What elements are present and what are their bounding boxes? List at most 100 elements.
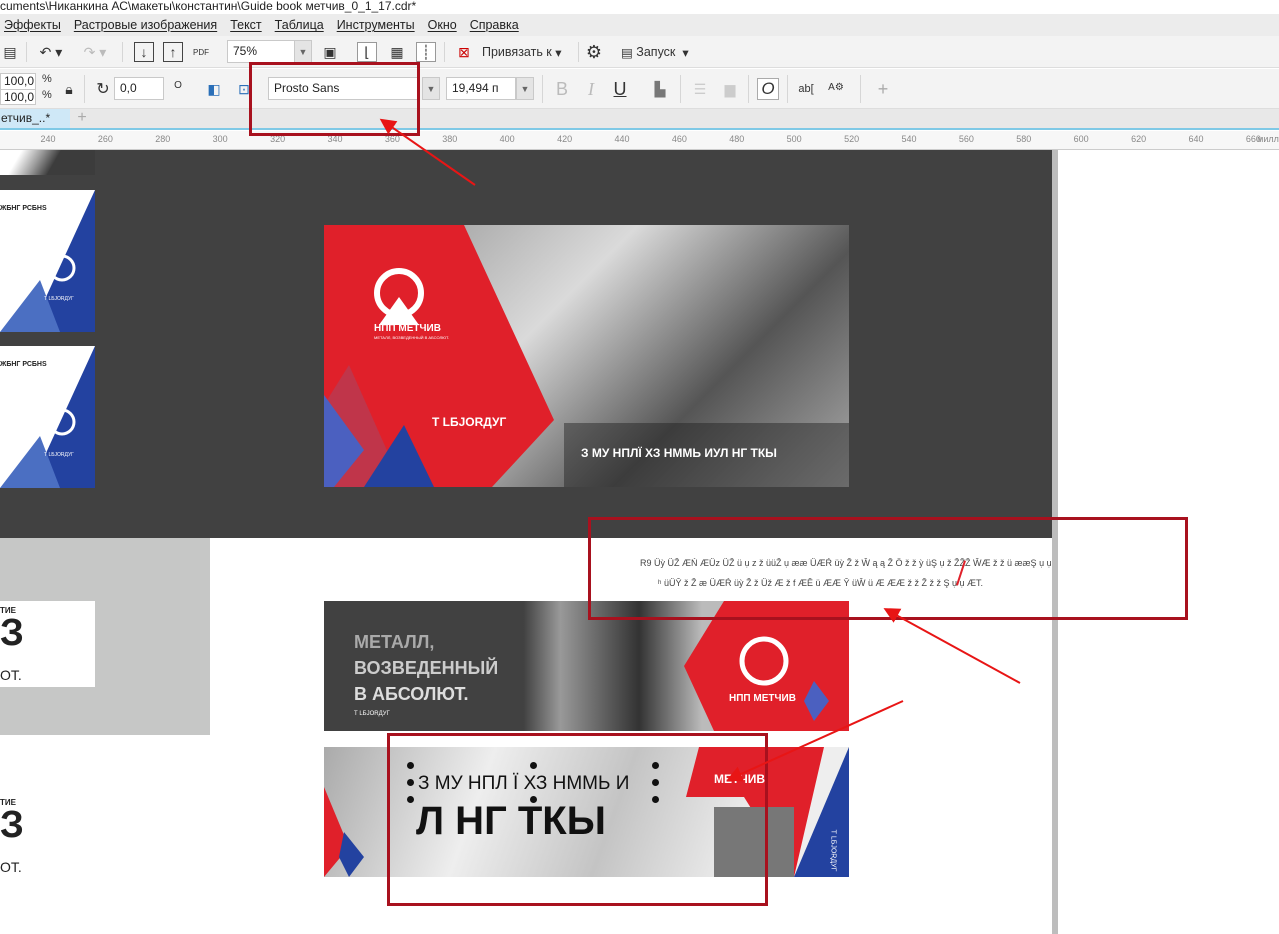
annotation-box-garbled [588,517,1188,620]
thumbnail-footer: Т LБЈОRДУГ [44,296,74,302]
rotation-input[interactable]: 0,0 [114,77,164,100]
separator [578,42,579,62]
menu-tools[interactable]: Инструменты [333,18,424,32]
launch-dropdown[interactable]: ▤ Запуск ▾ [621,42,711,62]
font-size-input[interactable]: 19,494 п [446,77,516,100]
bold-button[interactable]: B [553,79,571,99]
ruler-tick-label: 280 [155,134,171,144]
options-gear-icon[interactable]: ⚙ [584,42,604,62]
paste-icon[interactable]: ▤ [0,42,20,62]
menu-table[interactable]: Таблица [271,18,333,32]
percent-label: % [42,73,52,85]
zoom-dropdown-icon[interactable]: ▼ [294,40,312,63]
ruler-tick-label: 500 [786,134,802,144]
font-size-dropdown-icon[interactable]: ▼ [516,77,534,100]
side-card-1: ТИЕ З ОТ. [0,601,95,687]
standard-toolbar: ▤ ↶ ▾ ↷ ▾ ↓ ↑ PDF 75% ▼ ▣ ⌊ ▦ ┊ ⊠ Привяз… [0,36,1279,68]
separator [787,75,788,103]
side-card-2: ТИЕ З ОТ. [0,793,95,879]
full-screen-icon[interactable]: ▣ [320,42,340,62]
side-card-big: З [0,804,24,846]
property-bar: 100,0 100,0 % % 🔒︎ ↻ 0,0 O ◧ ⊡ Prosto Sa… [0,69,1279,109]
bullet-list-icon[interactable]: ☰ [690,79,710,99]
separator [84,75,85,103]
rotation-icon: ↻ [96,81,110,98]
edit-text-label: ab [798,83,811,95]
menu-text[interactable]: Текст [226,18,270,32]
side-card-big: З [0,612,24,654]
banner-main-caption: З МУ НПЛЇ ХЗ НММЬ ИУЛ НГ ТКЫ [581,446,777,460]
export-icon[interactable]: ↑ [163,42,183,62]
separator [748,75,749,103]
drop-cap-icon[interactable]: ▆ [720,79,740,99]
ruler-tick-label: 480 [729,134,745,144]
ruler-unit-label: милл [1257,134,1279,144]
ruler-tick-label: 640 [1188,134,1204,144]
tab-document[interactable]: етчив_..* [0,109,70,128]
mirror-icon[interactable]: ◧ [204,79,224,99]
ruler-tick-label: 240 [40,134,56,144]
import-icon[interactable]: ↓ [134,42,154,62]
snap-off-icon[interactable]: ⊠ [454,42,474,62]
undo-icon[interactable]: ↶ ▾ [34,42,68,62]
annotation-box-font [249,62,420,136]
horizontal-ruler[interactable]: 240 260 280 300 320 340 360 380 400 420 440 460 480 5… [0,131,1279,150]
new-tab-button[interactable]: + [72,109,92,128]
edit-text-button[interactable]: ab[ [795,79,817,99]
menu-help[interactable]: Справка [466,18,528,32]
document-tabs: етчив_..* + [0,109,1279,130]
redo-icon[interactable]: ↷ ▾ [78,42,112,62]
thumbnail-heading: ЖБНГ РСБНЅ [0,361,47,368]
menu-effects[interactable]: Эффекты [0,18,70,32]
opentype-button[interactable]: O [757,78,779,100]
banner-slogan[interactable]: МЕТАЛЛ, ВОЗВЕДЕННЫЙ В АБСОЛЮТ. Т LБЈОRДУ… [324,601,849,731]
banner-main[interactable]: НПП МЕТЧИВ МЕТАЛЛ, ВОЗВЕДЕННЫЙ В АБСОЛЮТ… [324,225,849,487]
window-title: cuments\Никанкина АС\макеты\константин\G… [0,0,1279,14]
banner-slogan-line-2: ВОЗВЕДЕННЫЙ [354,658,499,678]
separator [860,75,861,103]
banner-slogan-line-3: В АБСОЛЮТ. [354,684,469,704]
ruler-tick-label: 260 [97,134,113,144]
menu-window[interactable]: Окно [424,18,466,32]
banner-main-code: Т LБЈОRДУГ [432,415,507,429]
ruler-tick-label: 420 [557,134,573,144]
ruler-tick-label: 600 [1073,134,1089,144]
no-text-align-icon[interactable]: ▙ [650,79,670,99]
percent-label: % [42,89,52,101]
text-properties-button[interactable]: A ⚙ [825,77,847,97]
italic-button[interactable]: I [582,79,600,99]
banner-slogan-line-1: МЕТАЛЛ, [354,632,435,652]
ruler-tick-label: 520 [844,134,860,144]
separator [26,42,27,62]
zoom-level-input[interactable]: 75% [227,40,295,63]
banner-selected-vertical-text: Т LБЈОRДУГ [829,829,837,872]
ruler-tick-label: 300 [212,134,228,144]
thumbnail-top [0,150,95,175]
scale-x-input[interactable]: 100,0 [0,73,36,89]
banner-slogan-brand: НПП МЕТЧИВ [729,693,796,704]
scale-y-input[interactable]: 100,0 [0,89,36,105]
underline-button[interactable]: U [611,79,629,99]
ruler-tick-label: 400 [499,134,515,144]
show-rulers-icon[interactable]: ⌊ [357,42,377,62]
font-name-dropdown-icon[interactable]: ▼ [422,77,440,100]
side-card-bottom: ОТ. [0,667,22,683]
annotation-box-selected [387,733,768,906]
banner-slogan-code: Т LБЈОRДУГ [354,711,390,717]
snap-to-dropdown[interactable]: Привязать к ▾ [482,42,572,62]
add-toolbar-button[interactable]: + [874,79,892,99]
lock-ratio-icon[interactable]: 🔒︎ [62,81,76,97]
show-guides-icon[interactable]: ┊ [416,42,436,62]
ruler-tick-label: 460 [671,134,687,144]
ruler-tick-label: 560 [958,134,974,144]
publish-pdf-icon[interactable]: PDF [191,42,211,62]
menu-bitmaps[interactable]: Растровые изображения [70,18,226,32]
ruler-tick-label: 540 [901,134,917,144]
separator [542,75,543,103]
degree-label: O [174,79,182,91]
ruler-tick-label: 440 [614,134,630,144]
show-grid-icon[interactable]: ▦ [387,42,407,62]
ruler-tick-label: 380 [442,134,458,144]
thumbnail-heading: ЖБНГ РСБНЅ [0,205,47,212]
separator [680,75,681,103]
